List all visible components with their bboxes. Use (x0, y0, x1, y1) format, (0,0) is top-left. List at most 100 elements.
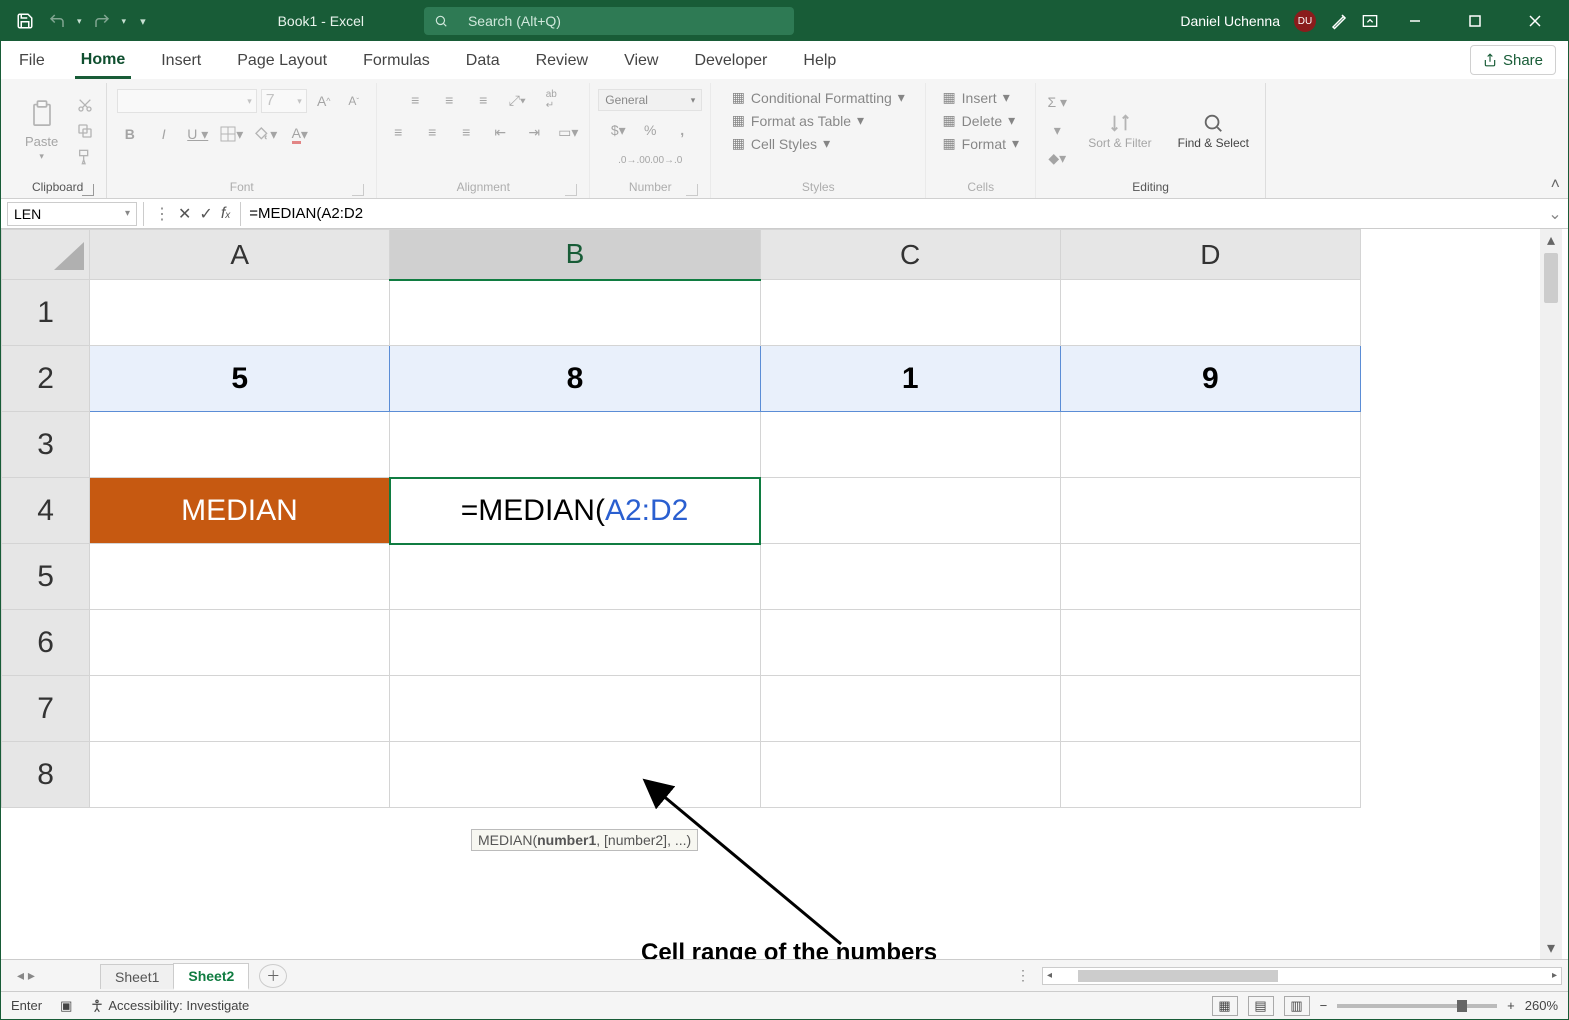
dropdown-icon[interactable]: ⋮ (154, 204, 170, 224)
row-header[interactable]: 5 (2, 544, 90, 610)
ribbon-display-icon[interactable] (1362, 14, 1378, 28)
row-header[interactable]: 6 (2, 610, 90, 676)
italic-button[interactable]: I (151, 123, 177, 145)
paste-button[interactable]: Paste ▾ (17, 96, 66, 166)
clear-icon[interactable]: ◆▾ (1044, 148, 1070, 170)
scroll-down-icon[interactable]: ▾ (1540, 937, 1562, 959)
cell[interactable] (1060, 280, 1360, 346)
scroll-thumb[interactable] (1078, 970, 1278, 982)
cell[interactable] (390, 676, 760, 742)
align-top-icon[interactable]: ≡ (402, 89, 428, 111)
row-header[interactable]: 8 (2, 742, 90, 808)
accounting-format-icon[interactable]: $▾ (605, 119, 631, 141)
minimize-button[interactable] (1392, 1, 1438, 41)
cell-C2[interactable]: 1 (760, 346, 1060, 412)
close-button[interactable] (1512, 1, 1558, 41)
col-header-D[interactable]: D (1060, 230, 1360, 280)
tab-home[interactable]: Home (75, 43, 131, 79)
dialog-launcher-icon[interactable] (686, 184, 698, 196)
align-center-icon[interactable]: ≡ (419, 121, 445, 143)
chevron-down-icon[interactable]: ▾ (122, 16, 127, 27)
cancel-formula-icon[interactable]: ✕ (178, 204, 191, 224)
row-header[interactable]: 4 (2, 478, 90, 544)
col-header-C[interactable]: C (760, 230, 1060, 280)
tab-insert[interactable]: Insert (155, 43, 207, 79)
cell[interactable] (90, 676, 390, 742)
font-size-combo[interactable]: 7▾ (261, 89, 307, 113)
dialog-launcher-icon[interactable] (82, 184, 94, 196)
cell[interactable] (390, 280, 760, 346)
col-header-B[interactable]: B (390, 230, 760, 280)
enter-formula-icon[interactable]: ✓ (199, 204, 212, 224)
cell-D2[interactable]: 9 (1060, 346, 1360, 412)
cell-B2[interactable]: 8 (390, 346, 760, 412)
insert-cells-button[interactable]: ▦Insert ▾ (942, 89, 1009, 106)
merge-center-icon[interactable]: ▭▾ (555, 121, 581, 143)
cell[interactable] (390, 544, 760, 610)
new-sheet-button[interactable]: ＋ (259, 964, 287, 988)
collapse-ribbon-icon[interactable]: ˄ (1551, 176, 1560, 194)
tab-page-layout[interactable]: Page Layout (231, 43, 333, 79)
cell[interactable] (1060, 742, 1360, 808)
tab-file[interactable]: File (13, 43, 51, 79)
user-name[interactable]: Daniel Uchenna (1180, 13, 1280, 29)
dialog-launcher-icon[interactable] (565, 184, 577, 196)
percent-format-icon[interactable]: % (637, 119, 663, 141)
chevron-down-icon[interactable]: ▾ (125, 208, 130, 219)
save-icon[interactable] (13, 9, 37, 33)
cell[interactable] (1060, 544, 1360, 610)
sheet-tab-sheet2[interactable]: Sheet2 (173, 963, 249, 990)
increase-indent-icon[interactable]: ⇥ (521, 121, 547, 143)
fill-icon[interactable]: ▾ (1044, 120, 1070, 142)
share-button[interactable]: Share (1470, 45, 1556, 75)
cell[interactable] (390, 610, 760, 676)
cell[interactable] (90, 412, 390, 478)
cell[interactable] (760, 412, 1060, 478)
sheet-nav[interactable]: ◂ ▸ (1, 967, 41, 984)
cell[interactable] (760, 280, 1060, 346)
cell-A2[interactable]: 5 (90, 346, 390, 412)
autosum-icon[interactable]: Σ ▾ (1044, 92, 1070, 114)
sort-filter-button[interactable]: Sort & Filter (1080, 108, 1159, 154)
col-header-A[interactable]: A (90, 230, 390, 280)
scroll-right-icon[interactable]: ▸ (1548, 970, 1561, 981)
tab-data[interactable]: Data (460, 43, 506, 79)
tab-review[interactable]: Review (530, 43, 594, 79)
font-name-combo[interactable]: ▾ (117, 89, 257, 113)
cell[interactable] (760, 610, 1060, 676)
cut-icon[interactable] (72, 94, 98, 116)
row-header[interactable]: 7 (2, 676, 90, 742)
orientation-icon[interactable]: ⤢▾ (504, 89, 530, 111)
underline-button[interactable]: U ▾ (185, 123, 211, 145)
decrease-font-icon[interactable]: Aˇ (341, 90, 367, 112)
scroll-up-icon[interactable]: ▴ (1540, 229, 1562, 251)
tab-developer[interactable]: Developer (688, 43, 773, 79)
align-right-icon[interactable]: ≡ (453, 121, 479, 143)
cell[interactable] (760, 676, 1060, 742)
align-bottom-icon[interactable]: ≡ (470, 89, 496, 111)
sheet-tab-sheet1[interactable]: Sheet1 (100, 964, 174, 989)
row-header[interactable]: 2 (2, 346, 90, 412)
borders-button[interactable]: ▾ (219, 123, 245, 145)
horizontal-scrollbar[interactable]: ◂ ▸ (1042, 967, 1562, 985)
maximize-button[interactable] (1452, 1, 1498, 41)
search-box[interactable]: Search (Alt+Q) (424, 7, 794, 35)
vertical-scrollbar[interactable]: ▴ ▾ (1540, 229, 1562, 959)
select-all-corner[interactable] (2, 230, 90, 280)
increase-decimal-icon[interactable]: .0→.00 (621, 149, 647, 171)
undo-icon[interactable] (45, 9, 69, 33)
grid[interactable]: A B C D 1 2 5 8 1 9 3 (1, 229, 1568, 959)
comma-format-icon[interactable]: , (669, 119, 695, 141)
copy-icon[interactable] (72, 120, 98, 142)
wrap-text-icon[interactable]: ab↵ (538, 89, 564, 111)
row-header[interactable]: 1 (2, 280, 90, 346)
zoom-slider[interactable] (1337, 1004, 1497, 1008)
decrease-indent-icon[interactable]: ⇤ (487, 121, 513, 143)
zoom-in-button[interactable]: + (1507, 998, 1515, 1013)
user-avatar[interactable]: DU (1294, 10, 1316, 32)
cell[interactable] (1060, 478, 1360, 544)
cell[interactable] (760, 544, 1060, 610)
cell[interactable] (1060, 412, 1360, 478)
number-format-combo[interactable]: General▾ (598, 89, 702, 111)
coming-soon-icon[interactable] (1330, 12, 1348, 30)
